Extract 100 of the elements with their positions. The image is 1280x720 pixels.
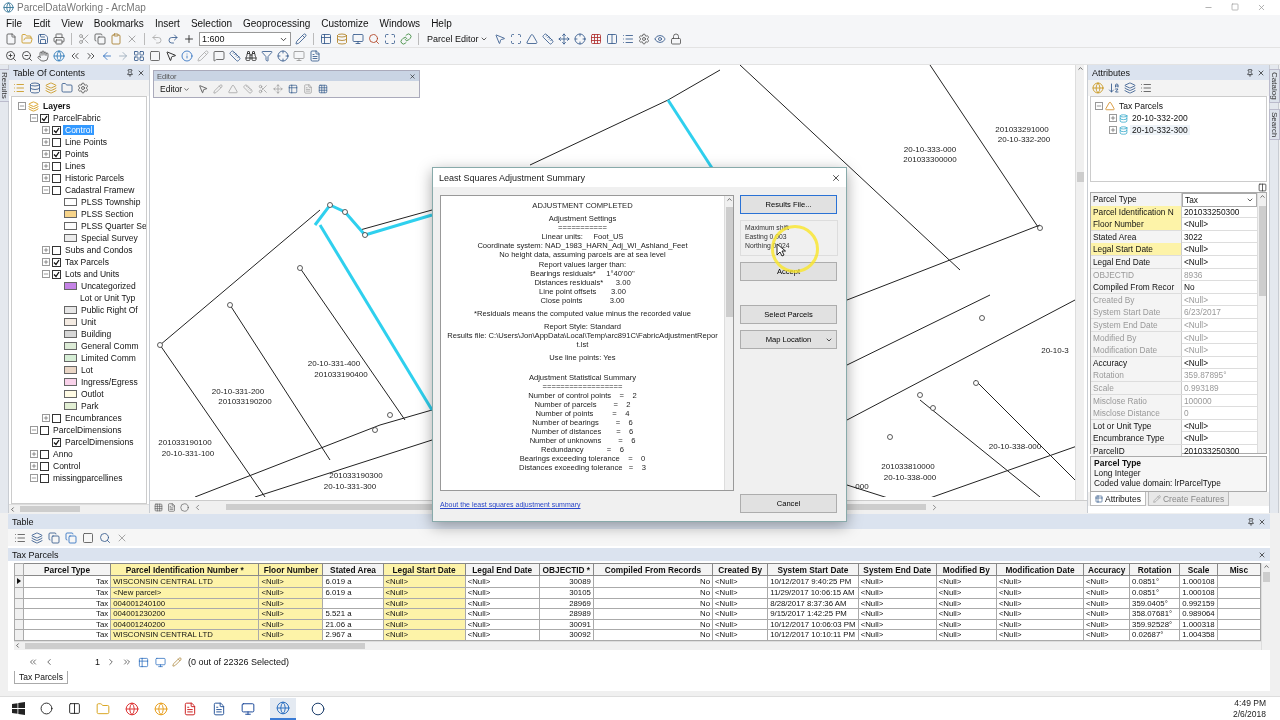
menu-item[interactable]: Windows bbox=[379, 17, 421, 29]
column-header[interactable]: Legal Start Date bbox=[383, 563, 466, 576]
layer-name[interactable]: ParcelDimensions bbox=[51, 425, 124, 435]
columns-icon[interactable] bbox=[605, 33, 618, 45]
select-features-icon[interactable] bbox=[133, 50, 145, 62]
save-icon[interactable] bbox=[37, 33, 49, 45]
layer-checkbox[interactable] bbox=[40, 449, 49, 459]
layer-name[interactable]: Points bbox=[63, 149, 91, 159]
scrollbar[interactable] bbox=[14, 640, 1261, 650]
cut-icon[interactable] bbox=[78, 33, 90, 45]
tree-item[interactable]: 20-10-332-300 bbox=[1130, 125, 1190, 135]
back-icon[interactable] bbox=[101, 50, 113, 62]
close-icon[interactable] bbox=[409, 72, 416, 80]
next-record-icon[interactable] bbox=[106, 657, 116, 667]
scroll-up-icon[interactable] bbox=[1258, 193, 1266, 200]
options-icon[interactable] bbox=[77, 82, 89, 94]
layer-checkbox[interactable] bbox=[52, 137, 61, 147]
layer-checkbox[interactable] bbox=[52, 245, 61, 255]
field-value[interactable]: <Null> bbox=[1182, 243, 1257, 256]
menu-item[interactable]: Bookmarks bbox=[93, 17, 144, 29]
column-header[interactable]: Modification Date bbox=[996, 563, 1084, 576]
close-icon[interactable] bbox=[1258, 550, 1266, 559]
layer-checkbox[interactable] bbox=[40, 425, 49, 435]
select-parcel-icon[interactable] bbox=[493, 33, 506, 45]
layer-name[interactable]: Anno bbox=[51, 449, 75, 459]
layer-checkbox[interactable] bbox=[40, 461, 49, 471]
zoom-out-icon[interactable] bbox=[21, 50, 33, 62]
layer-checkbox[interactable] bbox=[40, 473, 49, 483]
column-header[interactable]: System Start Date bbox=[767, 563, 859, 576]
column-header[interactable]: Scale bbox=[1179, 563, 1218, 576]
sketch-properties-icon[interactable] bbox=[303, 84, 314, 94]
layer-checkbox[interactable] bbox=[52, 185, 61, 195]
menu-item[interactable]: Edit bbox=[33, 17, 51, 29]
expand-toggle[interactable] bbox=[30, 426, 38, 434]
layer-checkbox[interactable] bbox=[52, 257, 61, 267]
column-header[interactable]: Parcel Identification Number * bbox=[110, 563, 259, 576]
layout-icon[interactable] bbox=[1258, 182, 1267, 192]
create-features-icon[interactable] bbox=[318, 84, 329, 94]
print-icon[interactable] bbox=[53, 33, 65, 45]
expand-toggle[interactable] bbox=[42, 162, 50, 170]
zoom-to-selected-icon[interactable] bbox=[99, 531, 111, 544]
expand-toggle[interactable] bbox=[30, 474, 38, 482]
scrollbar[interactable] bbox=[1257, 193, 1266, 453]
delete-icon[interactable] bbox=[126, 33, 138, 45]
list-icon[interactable] bbox=[621, 33, 634, 45]
field-value[interactable]: 201033250300 bbox=[1182, 444, 1257, 457]
show-all-records-icon[interactable] bbox=[138, 656, 149, 668]
expand-toggle[interactable] bbox=[42, 270, 50, 278]
expand-toggle[interactable] bbox=[1109, 126, 1117, 134]
layer-name[interactable]: ParcelFabric bbox=[51, 113, 103, 123]
layer-name[interactable]: Historic Parcels bbox=[63, 173, 127, 183]
settings-icon[interactable] bbox=[637, 33, 650, 45]
sort-icon[interactable] bbox=[1108, 82, 1120, 94]
find-icon[interactable] bbox=[245, 50, 257, 62]
full-extent-icon[interactable] bbox=[53, 50, 65, 62]
attributes-icon[interactable] bbox=[288, 84, 299, 94]
table-tab[interactable]: Tax Parcels bbox=[14, 670, 68, 684]
triangle-icon[interactable] bbox=[525, 33, 538, 45]
column-header[interactable]: Misc bbox=[1217, 563, 1261, 576]
file-explorer-icon[interactable] bbox=[96, 701, 110, 716]
scroll-up-icon[interactable] bbox=[1262, 563, 1270, 570]
close-icon[interactable] bbox=[831, 172, 841, 183]
report-icon[interactable] bbox=[309, 50, 321, 62]
expand-toggle[interactable] bbox=[42, 174, 50, 182]
undo-icon[interactable] bbox=[151, 33, 163, 45]
collapse-toggle[interactable] bbox=[1095, 102, 1103, 110]
layer-name[interactable]: missingparcellines bbox=[51, 473, 125, 483]
column-header[interactable]: OBJECTID * bbox=[539, 563, 594, 576]
menu-item[interactable]: Geoprocessing bbox=[243, 17, 311, 29]
pane-tab[interactable]: Attributes bbox=[1090, 492, 1146, 506]
grid-icon[interactable] bbox=[589, 33, 602, 45]
layer-checkbox[interactable] bbox=[52, 269, 61, 279]
scroll-thumb[interactable] bbox=[1262, 572, 1270, 582]
clear-selection-icon[interactable] bbox=[149, 50, 161, 62]
select-by-attributes-icon[interactable] bbox=[48, 531, 60, 544]
pointer-icon[interactable] bbox=[165, 50, 177, 62]
scroll-thumb[interactable] bbox=[1076, 172, 1084, 182]
list-by-source-icon[interactable] bbox=[29, 82, 41, 94]
layer-checkbox[interactable] bbox=[52, 125, 61, 135]
menu-item[interactable]: Selection bbox=[190, 17, 233, 29]
list-by-selection-icon[interactable] bbox=[61, 82, 73, 94]
edit-icon[interactable] bbox=[172, 657, 182, 667]
layer-checkbox[interactable] bbox=[52, 149, 61, 159]
options-icon[interactable] bbox=[1140, 82, 1152, 94]
layer-name[interactable]: Cadastral Framew bbox=[63, 185, 137, 195]
expand-toggle[interactable] bbox=[42, 186, 50, 194]
tree-item[interactable]: Layers bbox=[41, 101, 73, 111]
split-icon[interactable] bbox=[258, 84, 269, 94]
pin-icon[interactable] bbox=[1246, 68, 1254, 77]
scrollbar[interactable] bbox=[9, 504, 149, 513]
field-value[interactable]: <Null> bbox=[1182, 432, 1257, 445]
close-icon[interactable] bbox=[1258, 517, 1266, 526]
layer-checkbox[interactable] bbox=[40, 113, 49, 123]
open-folder-icon[interactable] bbox=[21, 33, 33, 45]
layout-view-icon[interactable] bbox=[167, 502, 176, 512]
layer-checkbox[interactable] bbox=[52, 161, 61, 171]
switch-selection-icon[interactable] bbox=[65, 531, 77, 544]
pin-icon[interactable] bbox=[1247, 517, 1255, 526]
rotate-icon[interactable] bbox=[273, 84, 284, 94]
pan-icon[interactable] bbox=[37, 50, 49, 62]
